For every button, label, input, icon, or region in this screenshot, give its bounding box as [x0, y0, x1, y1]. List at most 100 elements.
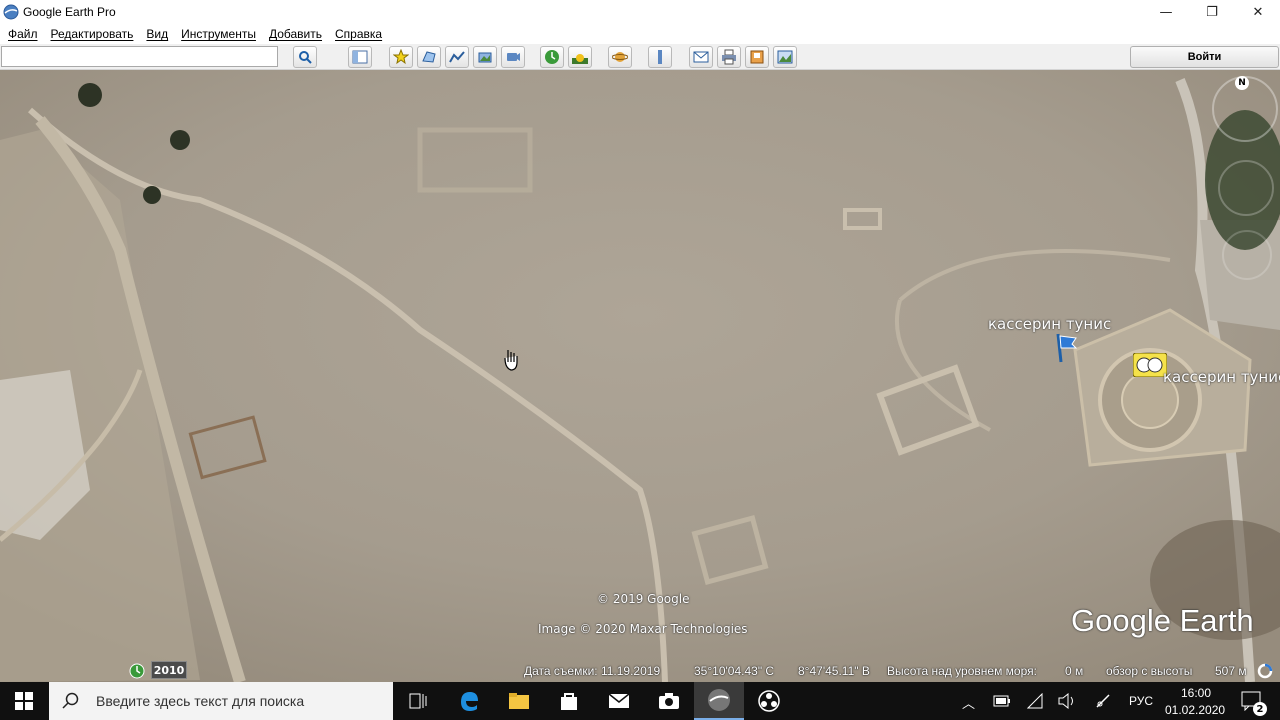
add-polygon-icon — [422, 51, 436, 63]
menu-file[interactable]: Файл — [0, 27, 43, 41]
minimize-button[interactable]: — — [1143, 0, 1189, 24]
add-placemark-icon — [393, 49, 409, 65]
volume-icon[interactable] — [1058, 693, 1076, 709]
search-icon — [62, 692, 79, 709]
google-earth-icon — [708, 689, 730, 711]
planets-icon — [612, 52, 628, 62]
sunlight-button[interactable] — [568, 46, 592, 68]
sidebar-toggle-button[interactable] — [348, 46, 372, 68]
menu-view[interactable]: Вид — [138, 27, 173, 41]
copyright-text: © 2019 Google — [597, 592, 690, 606]
add-placemark-button[interactable] — [389, 46, 413, 68]
view-in-maps-icon — [777, 50, 793, 64]
ruler-icon — [658, 50, 662, 64]
menu-help[interactable]: Справка — [327, 27, 387, 41]
store-bag-icon — [561, 693, 577, 710]
menu-bar: Файл Редактировать Вид Инструменты Добав… — [0, 24, 1280, 44]
clock-date[interactable]: 01.02.2020 — [1165, 703, 1225, 717]
menu-edit[interactable]: Редактировать — [43, 27, 139, 41]
battery-icon[interactable] — [993, 695, 1011, 707]
latitude-readout: 35°10'04.43" С — [694, 664, 775, 678]
file-explorer-taskbar-button[interactable] — [494, 682, 544, 720]
wifi-icon[interactable] — [1027, 693, 1043, 709]
close-button[interactable]: ✕ — [1235, 0, 1280, 24]
elevation-label: Высота над уровнем моря: — [887, 664, 1037, 678]
eye-altitude-label: обзор с высоты — [1106, 664, 1193, 678]
placemark-flag-icon[interactable] — [1054, 332, 1078, 364]
google-earth-app-icon — [3, 4, 19, 20]
move-joystick[interactable] — [1222, 230, 1272, 280]
add-path-button[interactable] — [445, 46, 469, 68]
clock-time[interactable]: 16:00 — [1181, 686, 1211, 700]
eye-altitude-value: 507 м — [1215, 664, 1247, 678]
imagery-date: Дата съемки: 11.19.2019 — [524, 664, 661, 678]
google-earth-taskbar-button[interactable] — [694, 682, 744, 720]
elevation-value: 0 м — [1065, 664, 1084, 678]
longitude-readout: 8°47'45.11" В — [798, 664, 870, 678]
title-bar: Google Earth Pro — [0, 0, 1280, 24]
taskbar-search-placeholder: Введите здесь текст для поиска — [96, 693, 305, 709]
search-button[interactable] — [293, 46, 317, 68]
obs-taskbar-button[interactable] — [744, 682, 794, 720]
theater-masks-icon[interactable] — [1133, 353, 1167, 377]
task-view-button[interactable] — [393, 682, 443, 720]
maximize-button[interactable]: ❐ — [1189, 0, 1235, 24]
edge-taskbar-button[interactable] — [444, 682, 494, 720]
tray-overflow-chevron-icon[interactable]: ︿ — [962, 693, 975, 712]
satellite-imagery — [0, 70, 1280, 682]
status-bar: Дата съемки: 11.19.2019 35°10'04.43" С 8… — [0, 659, 1280, 682]
imagery-credit-text: Image © 2020 Maxar Technologies — [538, 622, 748, 636]
record-tour-icon — [507, 53, 520, 61]
notifications-count-badge: 2 — [1253, 702, 1267, 716]
camera-icon — [659, 693, 679, 709]
view-in-maps-button[interactable] — [773, 46, 797, 68]
add-polygon-button[interactable] — [417, 46, 441, 68]
mail-icon — [608, 693, 630, 708]
windows-taskbar: Введите здесь текст для поиска ︿ РУС 16:… — [0, 682, 1280, 720]
hand-cursor-icon — [504, 350, 518, 371]
store-taskbar-button[interactable] — [544, 682, 594, 720]
search-icon — [299, 51, 312, 64]
mail-taskbar-button[interactable] — [594, 682, 644, 720]
sign-in-button[interactable]: Войти — [1130, 46, 1279, 68]
compass-north-icon[interactable]: N — [1235, 76, 1249, 90]
look-joystick[interactable] — [1218, 160, 1274, 216]
menu-tools[interactable]: Инструменты — [173, 27, 261, 41]
windows-logo-icon — [15, 692, 33, 710]
placemark-label[interactable]: кассерин тунис — [988, 315, 1111, 333]
menu-add[interactable]: Добавить — [261, 27, 327, 41]
add-image-overlay-button[interactable] — [473, 46, 497, 68]
placemark-label-2[interactable]: кассерин тунис — [1163, 368, 1280, 386]
sidebar-toggle-icon — [352, 50, 368, 64]
streaming-progress-icon — [1257, 663, 1273, 679]
email-button[interactable] — [689, 46, 713, 68]
taskbar-search-box[interactable]: Введите здесь текст для поиска — [49, 682, 393, 720]
planets-button[interactable] — [608, 46, 632, 68]
google-earth-logo: Google Earth — [1071, 603, 1254, 638]
email-icon — [693, 51, 709, 63]
historical-imagery-icon — [545, 50, 559, 64]
map-view[interactable]: кассерин тунис кассерин тунис N © 2019 G… — [0, 70, 1280, 682]
ruler-button[interactable] — [648, 46, 672, 68]
record-tour-button[interactable] — [501, 46, 525, 68]
toolbar: Войти — [0, 44, 1280, 70]
close-icon: ✕ — [1252, 4, 1264, 20]
camera-taskbar-button[interactable] — [644, 682, 694, 720]
pen-icon[interactable] — [1095, 693, 1111, 709]
save-image-icon — [750, 50, 764, 64]
restore-icon: ❐ — [1206, 4, 1218, 20]
search-input[interactable] — [1, 46, 278, 67]
minimize-icon: — — [1159, 4, 1173, 20]
sunlight-icon — [572, 54, 588, 64]
add-image-overlay-icon — [478, 52, 492, 63]
start-button[interactable] — [0, 682, 48, 720]
obs-icon — [758, 690, 780, 712]
window-title: Google Earth Pro — [23, 5, 116, 19]
print-button[interactable] — [717, 46, 741, 68]
add-path-icon — [449, 51, 465, 63]
save-image-button[interactable] — [745, 46, 769, 68]
language-indicator[interactable]: РУС — [1129, 694, 1153, 708]
historical-imagery-button[interactable] — [540, 46, 564, 68]
print-icon — [722, 49, 736, 65]
edge-icon — [461, 692, 478, 711]
